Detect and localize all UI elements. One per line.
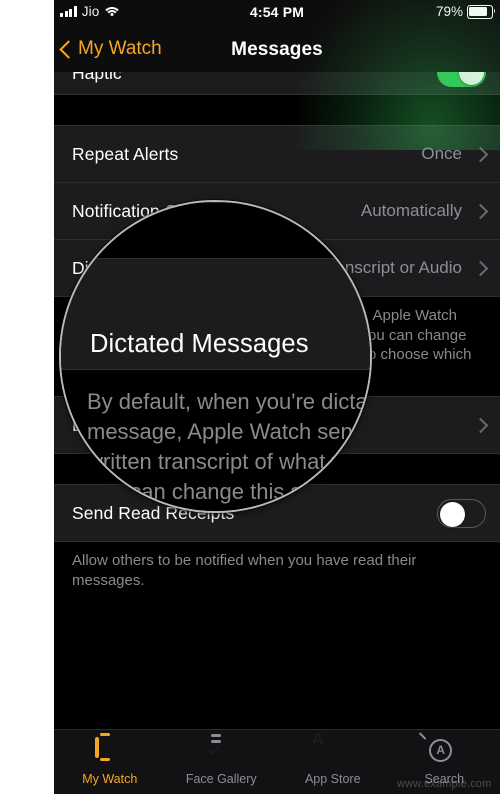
status-bar-clock: 4:54 PM [249,4,305,20]
navigation-bar: My Watch Messages [54,30,500,72]
magnifier-body: By default, when you're dictating a mess… [87,389,372,511]
status-bar-right: 79% [435,4,496,19]
row-default-replies-right [472,417,489,433]
chevron-right-icon [472,260,489,276]
haptic-toggle[interactable] [437,72,486,87]
tab-face-gallery-label: Face Gallery [185,771,257,786]
row-repeat-alerts[interactable]: Repeat Alerts Once [54,126,500,182]
battery-percent-label: 79% [435,4,463,19]
tab-search-label: Search [424,771,465,786]
row-haptic-clipped[interactable]: Haptic [54,72,500,94]
tab-my-watch-label: My Watch [82,771,138,786]
read-receipts-footer: Allow others to be notified when you hav… [54,542,500,602]
tab-my-watch[interactable]: My Watch [54,730,166,794]
tab-face-gallery[interactable]: Face Gallery [166,730,278,794]
toggle-knob [459,72,484,85]
chevron-right-icon [472,417,489,433]
row-repeat-alerts-label: Repeat Alerts [72,143,179,164]
phone-screen: Jio 4:54 PM 79% My Watch Messages Haptic… [54,0,500,794]
watch-icon [94,736,125,769]
search-icon: A [418,732,459,769]
magnifier-loupe: Notification Gr Dictated Messages By def… [59,200,372,513]
tab-bar[interactable]: My Watch Face Gallery A App Store A Sear… [54,729,500,794]
watch-face-icon [206,739,236,769]
status-bar: Jio 4:54 PM 79% [54,0,500,30]
chevron-right-icon [472,146,489,162]
chevron-right-icon [472,203,489,219]
section-gap [54,95,500,125]
tab-search[interactable]: A Search www.example.com [389,730,500,794]
row-repeat-alerts-value: Once [421,144,462,163]
tab-app-store[interactable]: A App Store [277,730,389,794]
page-title: Messages [231,39,323,60]
row-repeat-alerts-right: Once [421,144,489,164]
magnifier-content: Notification Gr Dictated Messages By def… [61,202,372,511]
tab-app-store-label: App Store [304,771,361,786]
toggle-knob [440,501,465,527]
app-store-icon: A [311,729,324,748]
magnifier-title: Dictated Messages [90,330,309,358]
row-notification-grouping-value: Automatically [360,201,462,220]
send-read-receipts-toggle[interactable] [437,498,486,528]
row-haptic-label: Haptic [72,72,122,83]
row-notification-grouping-right: Automatically [360,201,489,221]
battery-icon [467,4,496,19]
